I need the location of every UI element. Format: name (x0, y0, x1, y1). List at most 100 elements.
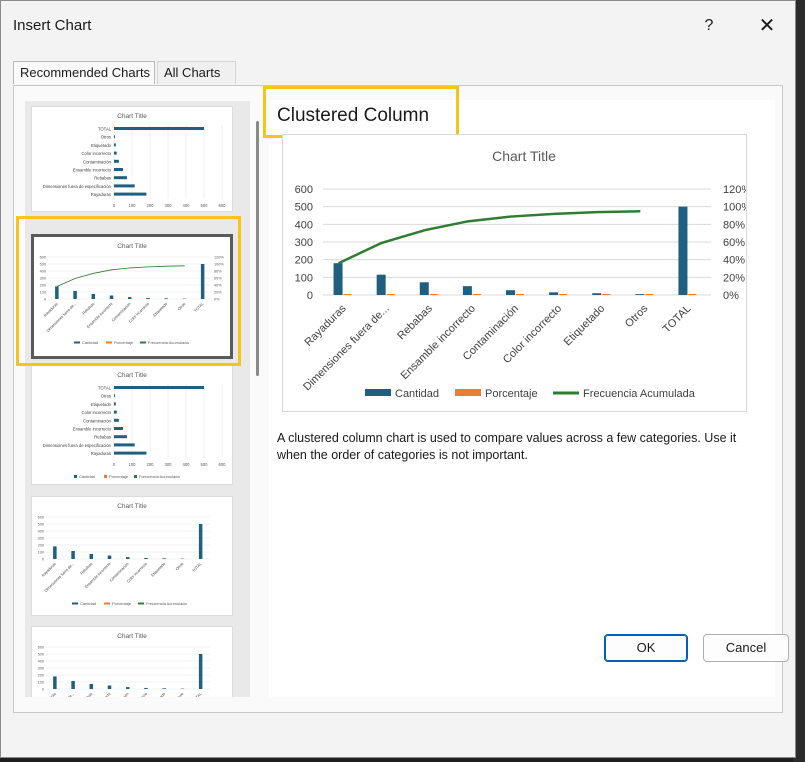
bar-porcentaje (386, 294, 395, 295)
thumb-tick: 600 (40, 256, 46, 260)
thumb-title: Chart Title (117, 113, 147, 120)
thumb-category: Dimensiones fuera de especificación (43, 184, 112, 189)
thumb-tick: 400 (183, 462, 191, 467)
thumb-category: Rayaduras (41, 692, 57, 697)
thumb-legend-label: Frecuencia Acumulada (148, 340, 189, 345)
thumb-tick: 20% (214, 291, 222, 295)
thumb-title: Chart Title (117, 503, 147, 510)
thumb-category: Rebabas (94, 435, 111, 440)
y2-tick-label: 100% (723, 202, 746, 214)
y2-tick-label: 0% (723, 290, 739, 302)
thumb-line (56, 265, 185, 287)
thumbnail-column-2[interactable]: Chart Title0100200300400500600RayadurasD… (31, 626, 233, 697)
legend-label: Frecuencia Acumulada (583, 388, 696, 400)
thumb-bar (114, 386, 204, 389)
y-tick-label: 300 (295, 237, 313, 249)
x-tick-label: Ensamble incorrecto (399, 303, 478, 382)
y-tick-label: 600 (295, 184, 313, 196)
x-tick-label: Otros (623, 302, 651, 330)
thumb-bar (114, 443, 135, 447)
close-button[interactable]: ✕ (752, 11, 782, 41)
thumb-bar (198, 524, 203, 559)
thumb-tick: 100 (40, 291, 46, 295)
thumb-tick: 100% (214, 263, 224, 267)
thumb-bar (107, 685, 112, 689)
bar-cantidad (376, 274, 386, 295)
thumb-bar (114, 176, 127, 180)
thumb-tick: 300 (38, 537, 44, 541)
chart-preview: Chart Title 0 100 200 300 400 500 600 0% 20% 40% 60… (282, 134, 751, 412)
thumb-title: Chart Title (117, 633, 147, 640)
thumb-bar (200, 264, 205, 299)
scrollbar-thumb[interactable] (256, 121, 259, 376)
cancel-button[interactable]: Cancel (703, 634, 789, 662)
thumb-legend-swatch (104, 475, 107, 478)
thumb-bar (114, 151, 117, 155)
thumb-bar (128, 297, 132, 299)
thumb-category: TOTAL (191, 562, 202, 573)
thumb-bar (114, 135, 115, 139)
thumb-title: Chart Title (117, 372, 147, 379)
thumb-bar (71, 550, 75, 559)
thumb-bar (107, 555, 112, 559)
thumb-legend-label: Frecuencia Acumulada (146, 601, 187, 606)
thumb-tick: 500 (38, 523, 44, 527)
thumb-tick: 0 (42, 688, 44, 692)
thumb-bar (162, 688, 166, 689)
thumb-tick: 400 (38, 660, 44, 664)
thumbnail-horizontal-bar[interactable]: Chart Title 0 100 200 300 400 500 600 TOTAL Otros… (31, 106, 233, 212)
thumb-tick: 0 (113, 203, 116, 208)
recommended-charts-panel: Chart Title 0 100 200 300 400 500 600 TOTAL Otros… (13, 85, 783, 713)
thumb-tick: 300 (38, 667, 44, 671)
thumb-category: Rayaduras (41, 562, 57, 578)
thumb-category: Dimensiones fuera de especificación (43, 443, 112, 448)
thumb-tick: 500 (40, 263, 46, 267)
thumb-category: Rayaduras (91, 451, 111, 456)
thumb-bar (89, 683, 94, 689)
thumb-tick: 400 (183, 203, 191, 208)
bar-cantidad (592, 293, 602, 295)
thumb-tick: 200 (147, 203, 155, 208)
thumbnail-chart-svg: Chart Title0100200300400500600RayadurasD… (38, 503, 210, 606)
y-tick-label: 100 (295, 272, 313, 284)
ok-button[interactable]: OK (604, 634, 688, 662)
thumb-category: Rayaduras (43, 302, 59, 318)
thumbnail-column[interactable]: Chart Title 0 100 200 300 400 500 600 Rayaduras D… (31, 496, 233, 616)
thumb-category: Rebabas (80, 692, 94, 697)
thumb-bar (53, 546, 57, 559)
thumb-category: Rebabas (82, 302, 96, 316)
thumb-bar (109, 295, 114, 299)
thumb-bar (144, 557, 148, 559)
thumb-tick: 400 (40, 270, 46, 274)
tab-all-charts[interactable]: All Charts (157, 61, 236, 84)
thumb-category: Rayaduras (91, 192, 111, 197)
thumb-legend-swatch (72, 602, 78, 605)
thumb-bar (91, 293, 96, 299)
y-tick-label: 400 (295, 219, 313, 231)
thumb-bar (198, 654, 203, 689)
thumb-legend-label: Frecuencia Acumulada (139, 474, 180, 479)
bar-cantidad (549, 292, 559, 295)
thumb-category: Contaminación (83, 418, 112, 423)
thumb-category: Otros (175, 692, 184, 697)
thumbnail-list: Chart Title 0 100 200 300 400 500 600 TOTAL Otros… (25, 101, 250, 697)
thumbnail-scrollbar[interactable] (254, 101, 262, 697)
thumb-tick: 100 (38, 551, 44, 555)
thumb-bar (114, 192, 147, 196)
thumb-tick: 300 (165, 462, 173, 467)
thumb-bar (55, 286, 59, 299)
thumb-bar (164, 298, 168, 299)
thumb-tick: 100 (38, 681, 44, 685)
y2-tick-label: 40% (723, 255, 745, 267)
thumb-tick: 300 (165, 203, 173, 208)
thumb-tick: 500 (38, 653, 44, 657)
bar-cantidad (333, 263, 343, 295)
thumbnail-stacked-bar[interactable]: Chart Title 0 100 200 300 400 500 600 TOTAL Otros… (31, 365, 233, 485)
thumb-tick: 200 (147, 462, 155, 467)
tab-recommended-charts[interactable]: Recommended Charts (13, 61, 155, 84)
help-button[interactable]: ? (694, 11, 724, 41)
thumb-category: Color incorrecto (81, 151, 111, 156)
thumb-tick: 120% (214, 256, 224, 260)
thumb-tick: 0% (214, 298, 220, 302)
thumbnail-clustered-column-combo[interactable]: Chart Title 0 100 200 300 400 500 600 Rayaduras D… (31, 234, 233, 359)
